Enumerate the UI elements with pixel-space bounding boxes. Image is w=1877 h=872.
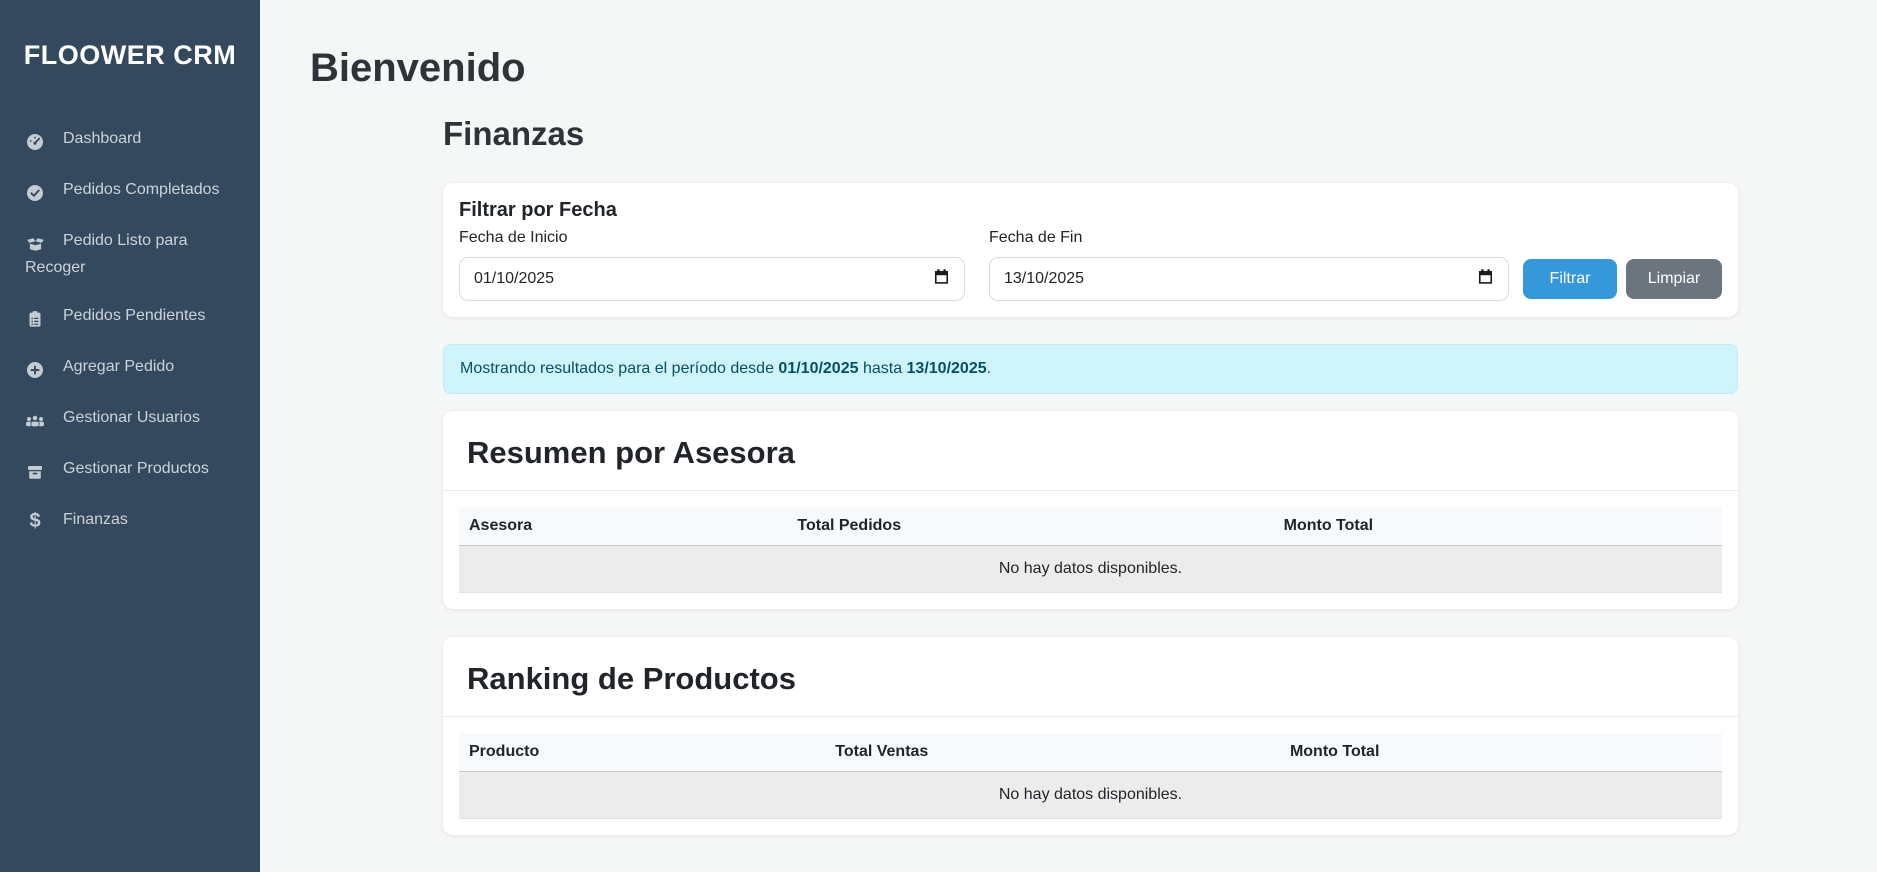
summary-empty-row: No hay datos disponibles. xyxy=(459,546,1722,593)
sidebar-item-label: Pedido Listo para Recoger xyxy=(25,232,188,276)
results-period-alert: Mostrando resultados para el período des… xyxy=(443,344,1738,394)
ranking-empty-message: No hay datos disponibles. xyxy=(459,772,1722,819)
ranking-table-header-row: Producto Total Ventas Monto Total xyxy=(459,733,1722,772)
sidebar-item-finanzas[interactable]: $ Finanzas xyxy=(0,496,260,545)
summary-empty-message: No hay datos disponibles. xyxy=(459,546,1722,593)
app-logo: FLOOWER CRM xyxy=(0,0,260,71)
alert-text: hasta xyxy=(859,360,907,377)
summary-card-body: Asesora Total Pedidos Monto Total No hay… xyxy=(443,491,1738,609)
section-title-finanzas: Finanzas xyxy=(443,115,1738,153)
check-circle-icon xyxy=(25,181,45,205)
sidebar-item-label: Agregar Pedido xyxy=(63,358,174,375)
ranking-col-total-ventas: Total Ventas xyxy=(825,733,1280,772)
alert-text: Mostrando resultados para el período des… xyxy=(460,360,778,377)
end-date-field: Fecha de Fin 13/10/2025 xyxy=(989,229,1509,301)
summary-table-header-row: Asesora Total Pedidos Monto Total xyxy=(459,507,1722,546)
start-date-value: 01/10/2025 xyxy=(474,270,554,288)
sidebar-item-label: Pedidos Completados xyxy=(63,181,220,198)
summary-table: Asesora Total Pedidos Monto Total No hay… xyxy=(459,507,1722,593)
sidebar-nav: Dashboard Pedidos Completados Pedido Lis… xyxy=(0,115,260,545)
sidebar-item-label: Dashboard xyxy=(63,130,141,147)
page-title: Bienvenido xyxy=(310,46,1877,91)
product-ranking-card: Ranking de Productos Producto Total Vent… xyxy=(443,637,1738,835)
summary-col-total-pedidos: Total Pedidos xyxy=(787,507,1273,546)
sidebar-item-label: Pedidos Pendientes xyxy=(63,307,205,324)
clear-button[interactable]: Limpiar xyxy=(1626,259,1722,299)
sidebar-item-label: Finanzas xyxy=(63,511,128,528)
calendar-icon[interactable] xyxy=(933,268,950,290)
start-date-label: Fecha de Inicio xyxy=(459,229,965,247)
sidebar-item-label: Gestionar Usuarios xyxy=(63,409,200,426)
summary-col-monto-total: Monto Total xyxy=(1274,507,1722,546)
filter-card-title: Filtrar por Fecha xyxy=(459,199,1722,222)
start-date-field: Fecha de Inicio 01/10/2025 xyxy=(459,229,965,301)
calendar-icon[interactable] xyxy=(1477,268,1494,290)
sidebar: FLOOWER CRM Dashboard Pedidos Completado… xyxy=(0,0,260,872)
filter-button[interactable]: Filtrar xyxy=(1523,259,1617,299)
sidebar-item-pedidos-pendientes[interactable]: Pedidos Pendientes xyxy=(0,292,260,343)
box-archive-icon xyxy=(25,460,45,484)
ranking-table: Producto Total Ventas Monto Total No hay… xyxy=(459,733,1722,819)
sidebar-item-dashboard[interactable]: Dashboard xyxy=(0,115,260,166)
sidebar-item-pedidos-completados[interactable]: Pedidos Completados xyxy=(0,166,260,217)
users-icon xyxy=(25,409,45,433)
clipboard-list-icon xyxy=(25,307,45,331)
ranking-empty-row: No hay datos disponibles. xyxy=(459,772,1722,819)
sidebar-item-gestionar-usuarios[interactable]: Gestionar Usuarios xyxy=(0,394,260,445)
alert-start-date: 01/10/2025 xyxy=(778,360,858,377)
end-date-label: Fecha de Fin xyxy=(989,229,1509,247)
ranking-card-title: Ranking de Productos xyxy=(443,637,1738,716)
box-open-icon xyxy=(25,232,45,256)
sidebar-item-label: Gestionar Productos xyxy=(63,460,209,477)
dollar-sign-icon: $ xyxy=(25,509,45,533)
tachometer-icon xyxy=(25,130,45,154)
ranking-col-monto-total: Monto Total xyxy=(1280,733,1722,772)
ranking-card-body: Producto Total Ventas Monto Total No hay… xyxy=(443,717,1738,835)
summary-col-asesora: Asesora xyxy=(459,507,787,546)
sidebar-item-pedido-listo-para-recoger[interactable]: Pedido Listo para Recoger xyxy=(0,217,260,292)
start-date-input[interactable]: 01/10/2025 xyxy=(459,257,965,301)
summary-card-title: Resumen por Asesora xyxy=(443,411,1738,490)
ranking-col-producto: Producto xyxy=(459,733,825,772)
end-date-value: 13/10/2025 xyxy=(1004,270,1084,288)
summary-by-advisor-card: Resumen por Asesora Asesora Total Pedido… xyxy=(443,411,1738,609)
plus-circle-icon xyxy=(25,358,45,382)
alert-end-date: 13/10/2025 xyxy=(907,360,987,377)
main-content: Bienvenido Finanzas Filtrar por Fecha Fe… xyxy=(260,0,1877,835)
filter-row: Fecha de Inicio 01/10/2025 xyxy=(459,229,1722,301)
date-filter-card: Filtrar por Fecha Fecha de Inicio 01/10/… xyxy=(443,183,1738,317)
content-container: Finanzas Filtrar por Fecha Fecha de Inic… xyxy=(443,115,1738,835)
alert-text: . xyxy=(987,360,991,377)
end-date-input[interactable]: 13/10/2025 xyxy=(989,257,1509,301)
sidebar-item-agregar-pedido[interactable]: Agregar Pedido xyxy=(0,343,260,394)
sidebar-item-gestionar-productos[interactable]: Gestionar Productos xyxy=(0,445,260,496)
